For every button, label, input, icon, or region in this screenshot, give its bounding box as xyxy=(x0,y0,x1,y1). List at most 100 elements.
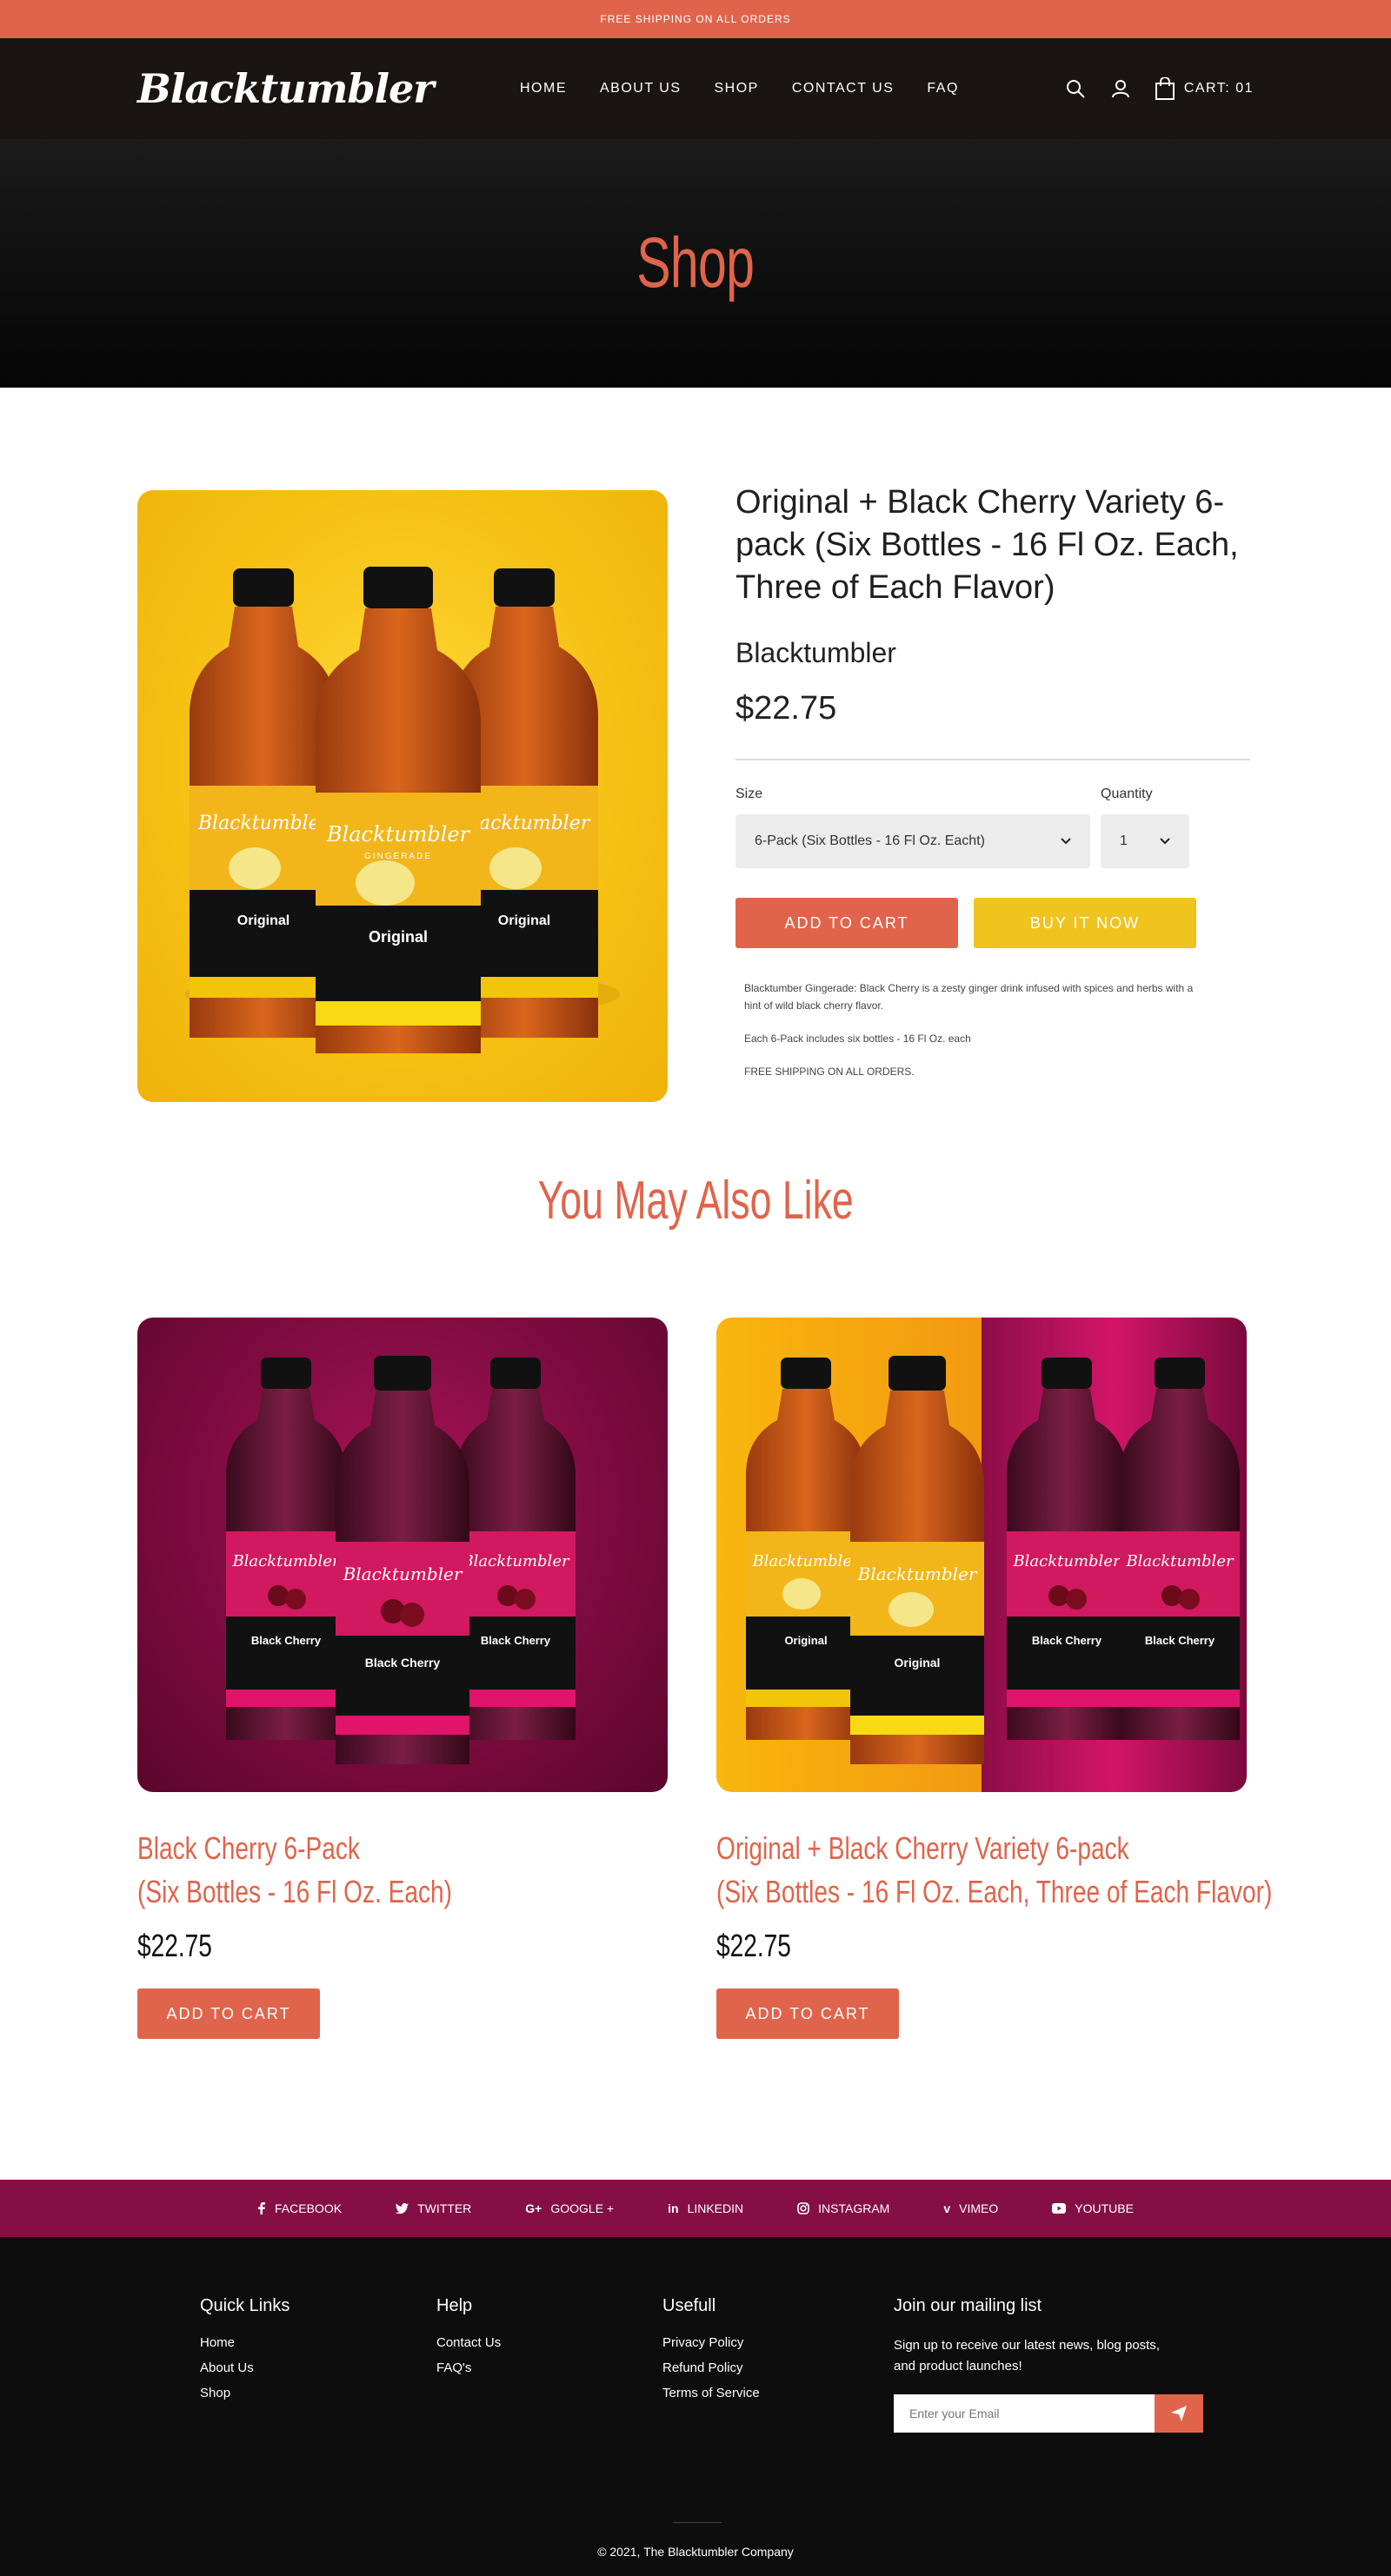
cart-link[interactable]: CART: 01 xyxy=(1155,77,1254,100)
twitter-icon xyxy=(396,2203,409,2214)
footer-link-faqs[interactable]: FAQ's xyxy=(436,2360,501,2375)
social-label: LINKEDIN xyxy=(687,2201,744,2215)
copyright: © 2021, The Blacktumbler Company xyxy=(597,2545,794,2559)
social-label: GOOGLE + xyxy=(550,2201,615,2215)
size-label: Size xyxy=(735,787,763,801)
add-to-cart-button[interactable]: ADD TO CART xyxy=(137,1988,320,2039)
product-price: $22.75 xyxy=(735,690,837,727)
product-card-price: $22.75 xyxy=(137,1928,212,1963)
product-card: Blacktumbler Original Blacktumbler Origi… xyxy=(716,1318,1273,2039)
footer-usefull: Usefull Privacy Policy Refund Policy Ter… xyxy=(662,2296,760,2411)
social-label: YOUTUBE xyxy=(1075,2201,1134,2215)
add-to-cart-button[interactable]: ADD TO CART xyxy=(735,898,958,948)
product-card-image[interactable]: Blacktumbler Original Blacktumbler Origi… xyxy=(716,1318,1247,1792)
description-text: Each 6-Pack includes six bottles - 16 Fl… xyxy=(744,1032,971,1045)
product-card-title-line: Original + Black Cherry Variety 6-pack xyxy=(716,1830,1129,1866)
size-option: Size 6-Pack (Six Bottles - 16 Fl Oz. Eac… xyxy=(735,787,1090,868)
facebook-icon xyxy=(258,2202,266,2214)
chevron-down-icon xyxy=(1160,833,1170,849)
svg-text:GINGERADE: GINGERADE xyxy=(364,852,432,861)
social-instagram[interactable]: INSTAGRAM xyxy=(797,2201,889,2215)
linkedin-icon: in xyxy=(668,2201,679,2215)
product-section: Blacktumbler Original Blacktumbler Origi… xyxy=(0,388,1391,1170)
page-hero: Shop xyxy=(0,139,1391,388)
youtube-icon xyxy=(1052,2203,1067,2214)
svg-text:Blacktumbler: Blacktumbler xyxy=(231,1552,341,1570)
purchase-actions: ADD TO CART BUY IT NOW xyxy=(735,898,1250,948)
divider xyxy=(735,759,1250,760)
product-card-title[interactable]: Black Cherry 6-Pack (Six Bottles - 16 Fl… xyxy=(137,1827,551,1914)
logo[interactable]: Blacktumbler xyxy=(137,65,435,112)
quantity-select[interactable]: 1 xyxy=(1101,814,1189,868)
buy-it-now-button[interactable]: BUY IT NOW xyxy=(974,898,1196,948)
newsletter-form xyxy=(894,2394,1203,2433)
related-products: Blacktumbler Black Cherry Blacktumbler B… xyxy=(0,1318,1391,2187)
product-description: Blacktumber Gingerade: Black Cherry is a… xyxy=(735,979,1205,1080)
send-icon xyxy=(1171,2406,1187,2421)
size-select[interactable]: 6-Pack (Six Bottles - 16 Fl Oz. Eacht) xyxy=(735,814,1090,868)
footer-quick-links: Quick Links Home About Us Shop xyxy=(200,2296,290,2411)
product-card-image[interactable]: Blacktumbler Black Cherry Blacktumbler B… xyxy=(137,1318,668,1792)
product-card-title-line: Black Cherry 6-Pack xyxy=(137,1830,360,1866)
cart-label: CART: 01 xyxy=(1183,81,1254,96)
footer-link-terms-of-service[interactable]: Terms of Service xyxy=(662,2386,760,2400)
announcement-bar: FREE SHIPPING ON ALL ORDERS xyxy=(0,0,1391,38)
google-plus-icon: G+ xyxy=(525,2201,542,2215)
social-twitter[interactable]: TWITTER xyxy=(396,2201,471,2215)
social-bar: FACEBOOK TWITTER G+ GOOGLE + in LINKEDIN… xyxy=(0,2180,1391,2237)
svg-text:Blacktumbler: Blacktumbler xyxy=(197,813,330,834)
nav-about-us[interactable]: ABOUT US xyxy=(600,81,682,96)
social-label: VIMEO xyxy=(959,2201,999,2215)
vimeo-icon: v xyxy=(943,2201,951,2215)
nav-faq[interactable]: FAQ xyxy=(927,81,959,96)
footer-link-about-us[interactable]: About Us xyxy=(200,2360,290,2375)
svg-text:Original: Original xyxy=(895,1656,941,1670)
footer-link-contact-us[interactable]: Contact Us xyxy=(436,2335,501,2350)
nav-home[interactable]: HOME xyxy=(520,81,567,96)
footer-help: Help Contact Us FAQ's xyxy=(436,2296,501,2386)
user-icon[interactable] xyxy=(1109,77,1132,100)
product-card-title-line: (Six Bottles - 16 Fl Oz. Each) xyxy=(137,1874,453,1909)
add-to-cart-button[interactable]: ADD TO CART xyxy=(716,1988,899,2039)
footer-link-home[interactable]: Home xyxy=(200,2335,290,2350)
footer-link-refund-policy[interactable]: Refund Policy xyxy=(662,2360,760,2375)
quantity-label: Quantity xyxy=(1101,787,1153,801)
page-title: Shop xyxy=(636,223,755,302)
svg-text:Blacktumbler: Blacktumbler xyxy=(461,1552,570,1570)
size-select-value: 6-Pack (Six Bottles - 16 Fl Oz. Eacht) xyxy=(755,833,985,848)
footer-link-privacy-policy[interactable]: Privacy Policy xyxy=(662,2335,760,2350)
quantity-option: Quantity 1 xyxy=(1101,787,1189,868)
bottles-variety-image: Blacktumbler Original Blacktumbler Origi… xyxy=(746,1356,1240,1764)
description-text: Blacktumber Gingerade: Black Cherry is a… xyxy=(744,982,1194,1012)
svg-text:Original: Original xyxy=(498,913,550,928)
bottles-cherry-image: Blacktumbler Black Cherry Blacktumbler B… xyxy=(226,1356,576,1764)
svg-text:Blacktumbler: Blacktumbler xyxy=(751,1552,861,1570)
svg-text:Original: Original xyxy=(784,1634,827,1647)
footer-mailing-list: Join our mailing list Sign up to receive… xyxy=(894,2296,1203,2433)
footer-heading: Usefull xyxy=(662,2296,716,2315)
nav-contact-us[interactable]: CONTACT US xyxy=(792,81,895,96)
nav-shop[interactable]: SHOP xyxy=(715,81,759,96)
social-youtube[interactable]: YOUTUBE xyxy=(1052,2201,1134,2215)
svg-text:Blacktumbler: Blacktumbler xyxy=(326,822,471,846)
social-label: FACEBOOK xyxy=(275,2201,343,2215)
product-card-title[interactable]: Original + Black Cherry Variety 6-pack (… xyxy=(716,1827,1273,1914)
product-options: Size 6-Pack (Six Bottles - 16 Fl Oz. Eac… xyxy=(735,787,1250,868)
social-linkedin[interactable]: in LINKEDIN xyxy=(668,2201,743,2215)
svg-text:Black Cherry: Black Cherry xyxy=(365,1656,441,1670)
footer-heading: Help xyxy=(436,2296,473,2315)
product-image[interactable]: Blacktumbler Original Blacktumbler Origi… xyxy=(137,490,668,1102)
product-card-title-line: (Six Bottles - 16 Fl Oz. Each, Three of … xyxy=(716,1874,1273,1909)
svg-text:Blacktumbler: Blacktumbler xyxy=(1012,1552,1121,1570)
subscribe-button[interactable] xyxy=(1155,2394,1203,2433)
svg-text:Black Cherry: Black Cherry xyxy=(1145,1634,1215,1647)
footer-link-shop[interactable]: Shop xyxy=(200,2386,290,2400)
social-google-plus[interactable]: G+ GOOGLE + xyxy=(525,2201,614,2215)
social-vimeo[interactable]: v VIMEO xyxy=(943,2201,998,2215)
social-facebook[interactable]: FACEBOOK xyxy=(257,2201,342,2215)
product-card: Blacktumbler Black Cherry Blacktumbler B… xyxy=(137,1318,668,2039)
search-icon[interactable] xyxy=(1064,77,1087,100)
quantity-select-value: 1 xyxy=(1120,833,1128,848)
email-input[interactable] xyxy=(894,2394,1155,2433)
related-heading-section: You May Also Like xyxy=(0,1170,1391,1318)
